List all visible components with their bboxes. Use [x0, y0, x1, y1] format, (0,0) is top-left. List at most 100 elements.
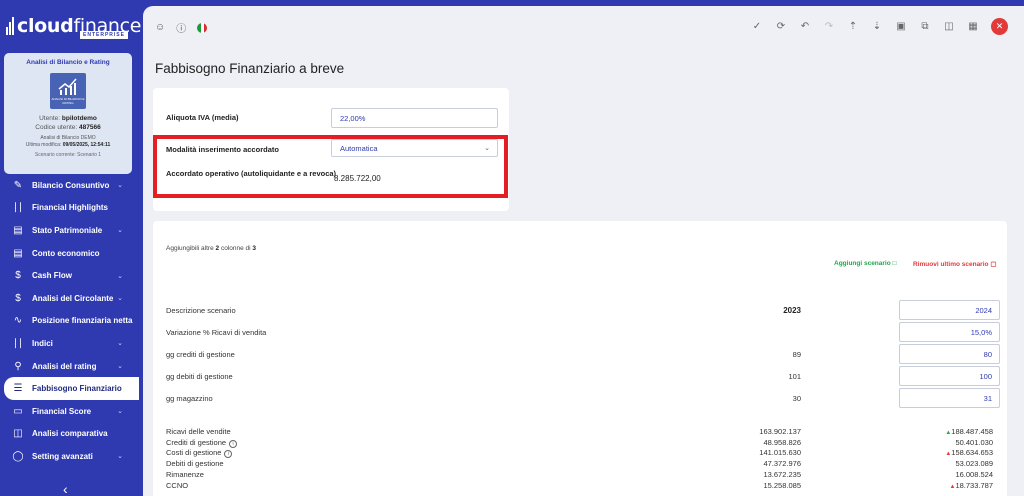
- chevron-down-icon: ⌄: [117, 182, 123, 190]
- table-header-row: Descrizione scenario 2023 2024: [166, 300, 1000, 320]
- logo-caption: ANALISI DI BILANCIO E RATING: [51, 97, 85, 105]
- bar-chart-icon: ∣∣: [13, 202, 23, 214]
- logo-bars-icon: [6, 17, 14, 35]
- header-label: Descrizione scenario: [166, 306, 236, 315]
- row-value-2-input[interactable]: 80: [899, 344, 1000, 364]
- sliders-icon: ☰: [13, 383, 23, 395]
- italian-flag-icon[interactable]: [197, 22, 208, 33]
- row-label: Crediti di gestione i: [166, 438, 238, 448]
- app-logo-icon: ANALISI DI BILANCIO E RATING: [50, 73, 86, 109]
- sidebar: cloudfinance ENTERPRISE Analisi di Bilan…: [0, 0, 142, 496]
- row-label: gg debiti di gestione: [166, 372, 233, 381]
- copy-icon[interactable]: ⧉: [919, 21, 931, 32]
- row-value-1: 48.958.826: [763, 437, 801, 447]
- layout-icon[interactable]: ◫: [943, 21, 955, 32]
- row-value-2-input[interactable]: 31: [899, 388, 1000, 408]
- upload-icon[interactable]: ⇡: [847, 21, 859, 32]
- sidebar-item-label: Cash Flow: [32, 271, 73, 281]
- table-row: Variazione % Ricavi di vendita 15,0%: [166, 322, 1000, 342]
- sidebar-item-posizione-finanziaria-netta[interactable]: ∿ Posizione finanziaria netta: [0, 310, 139, 333]
- check-icon[interactable]: ✓: [751, 21, 763, 32]
- info-icon[interactable]: i: [224, 450, 233, 459]
- iva-label: Aliquota IVA (media): [166, 113, 239, 122]
- brand-subtitle: ENTERPRISE: [80, 31, 128, 39]
- table-row: gg crediti di gestione 89 80: [166, 344, 1000, 364]
- dollar-icon: $: [15, 270, 21, 282]
- sidebar-item-label: Posizione finanziaria netta: [32, 316, 133, 326]
- redo-icon[interactable]: ↷: [823, 21, 835, 32]
- table-row: Crediti di gestione i 48.958.826 50.401.030: [166, 438, 996, 448]
- row-value-2: 16.008.524: [955, 469, 993, 479]
- undo-icon[interactable]: ↶: [799, 21, 811, 32]
- user-line: Utente: bpilotdemo: [39, 115, 97, 122]
- trend-icon: ∿: [13, 315, 23, 327]
- sidebar-item-financial-score[interactable]: ▭ Financial Score ⌄: [0, 400, 139, 423]
- sidebar-item-cash-flow[interactable]: $ Cash Flow ⌄: [0, 264, 139, 287]
- highlight-box: [153, 135, 508, 198]
- sidebar-item-indici[interactable]: ∣∣ Indici ⌄: [0, 332, 139, 355]
- support-icon[interactable]: ☺: [155, 22, 165, 33]
- sidebar-item-fabbisogno-finanziario[interactable]: ☰ Fabbisogno Finanziario: [4, 377, 139, 400]
- add-scenario-button[interactable]: Aggiungi scenario □: [834, 260, 896, 267]
- chevron-down-icon: ⌄: [117, 295, 123, 303]
- main-panel: ☺ ⓘ ✓ ⟳ ↶ ↷ ⇡ ⇣ ▣ ⧉ ◫ ▦ ✕ Fabbisogno Fin…: [143, 6, 1024, 496]
- info-icon[interactable]: i: [229, 439, 238, 448]
- trash-icon: ▢: [990, 261, 997, 268]
- row-value-2: ▲18.733.787: [949, 480, 994, 490]
- table-row: Rimanenze 13.672.235 16.008.524: [166, 470, 996, 480]
- award-icon: ⚲: [14, 360, 22, 372]
- sidebar-item-financial-highlights[interactable]: ∣∣ Financial Highlights: [0, 197, 139, 220]
- sidebar-item-bilancio-consuntivo[interactable]: ✎ Bilancio Consuntivo ⌄: [0, 174, 139, 197]
- sidebar-item-analisi-del-rating[interactable]: ⚲ Analisi del rating ⌄: [0, 355, 139, 378]
- row-value-1: 47.372.976: [763, 459, 801, 469]
- sidebar-item-label: Financial Highlights: [32, 203, 109, 213]
- row-value-2: 50.401.030: [955, 437, 993, 447]
- sidebar-item-analisi-del-circolante[interactable]: $ Analisi del Circolante ⌄: [0, 287, 139, 310]
- row-value-2: 53.023.089: [955, 459, 993, 469]
- sidebar-item-label: Setting avanzati: [32, 451, 93, 461]
- row-label: gg magazzino: [166, 394, 213, 403]
- sidebar-item-setting-avanzati[interactable]: ◯ Setting avanzati ⌄: [0, 445, 139, 468]
- file-add-icon: □: [892, 260, 897, 267]
- row-value-2: ▲188.487.458: [945, 427, 993, 436]
- close-icon[interactable]: ✕: [991, 18, 1008, 35]
- row-value-1: 101: [788, 372, 801, 381]
- help-icon[interactable]: ⓘ: [176, 20, 186, 35]
- sidebar-item-label: Analisi del Circolante: [32, 293, 114, 303]
- table-row: Ricavi delle vendite 163.902.137 ▲188.487.…: [166, 427, 996, 437]
- download-icon[interactable]: ⇣: [871, 21, 883, 32]
- save-icon[interactable]: ▣: [895, 21, 907, 32]
- header-year-2-input[interactable]: 2024: [899, 300, 1000, 320]
- sidebar-item-label: Analisi comparativa: [32, 429, 108, 439]
- profile-title: Analisi di Bilancio e Rating: [26, 59, 110, 66]
- brand-name-bold: cloud: [17, 15, 74, 37]
- row-label: CCNO: [166, 480, 189, 490]
- row-label: Rimanenze: [166, 469, 204, 479]
- row-label: Ricavi delle vendite: [166, 427, 231, 436]
- collapse-sidebar-icon[interactable]: ‹: [63, 481, 68, 496]
- columns-hint: Aggiungibili altre 2 colonne di 3: [166, 245, 257, 252]
- row-label: Debiti di gestione: [166, 459, 224, 469]
- remove-scenario-button[interactable]: Rimuovi ultimo scenario ▢: [913, 260, 996, 268]
- profile-card: Analisi di Bilancio e Rating ANALISI DI …: [4, 53, 132, 174]
- sidebar-item-analisi-comparativa[interactable]: ◫ Analisi comparativa: [0, 423, 139, 446]
- row-label: Variazione % Ricavi di vendita: [166, 328, 267, 337]
- sidebar-item-conto-economico[interactable]: ▤ Conto economico: [0, 242, 139, 265]
- refresh-icon[interactable]: ⟳: [775, 21, 787, 32]
- scenario-line: Scenario corrente: Scenario 1: [34, 152, 102, 158]
- scenario-card: Aggiungibili altre 2 colonne di 3 Aggiun…: [153, 221, 1007, 496]
- chevron-down-icon: ⌄: [117, 340, 123, 348]
- sidebar-item-label: Analisi del rating: [32, 361, 97, 371]
- row-value-2-input[interactable]: 15,0%: [899, 322, 1000, 342]
- row-value-2-input[interactable]: 100: [899, 366, 1000, 386]
- row-label: gg crediti di gestione: [166, 350, 235, 359]
- sidebar-nav: ✎ Bilancio Consuntivo ⌄ ∣∣ Financial Highlig…: [0, 174, 139, 468]
- iva-input[interactable]: 22,00%: [331, 108, 498, 128]
- chevron-down-icon: ⌄: [117, 453, 123, 461]
- table-row: gg debiti di gestione 101 100: [166, 366, 1000, 386]
- row-value-1: 30: [792, 394, 801, 403]
- row-value-1: 15.258.085: [763, 480, 801, 490]
- panel-icon[interactable]: ▦: [967, 21, 979, 32]
- table-row: CCNO 15.258.085 ▲18.733.787: [166, 481, 996, 491]
- sidebar-item-stato-patrimoniale[interactable]: ▤ Stato Patrimoniale ⌄: [0, 219, 139, 242]
